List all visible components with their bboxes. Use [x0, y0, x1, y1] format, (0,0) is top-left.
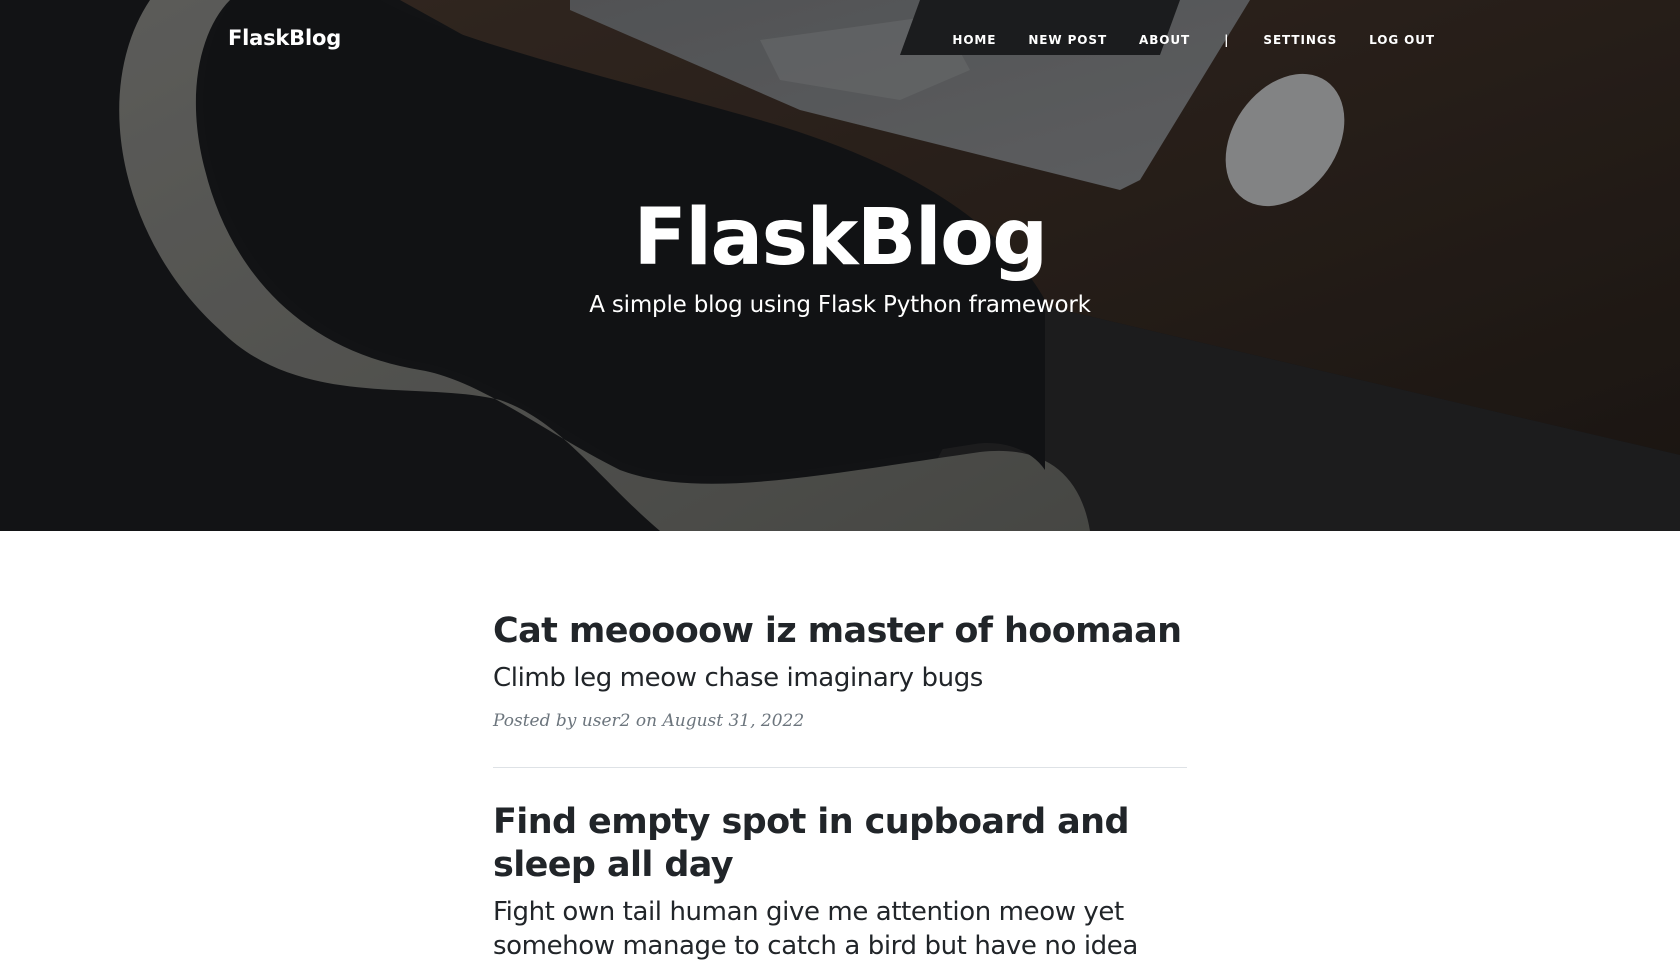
post-meta: Posted by user2 on August 31, 2022 [493, 711, 1187, 731]
post-preview: Cat meoooow iz master of hoomaan Climb l… [493, 610, 1187, 733]
post-subtitle[interactable]: Fight own tail human give me attention m… [493, 895, 1187, 963]
hero-subtitle: A simple blog using Flask Python framewo… [589, 291, 1091, 318]
masthead: FlaskBlog HOME NEW POST ABOUT | SETTINGS… [0, 0, 1680, 531]
site-heading: FlaskBlog A simple blog using Flask Pyth… [0, 193, 1680, 318]
post-meta-on: on [635, 711, 658, 731]
nav-new-post-link[interactable]: NEW POST [1028, 33, 1107, 47]
nav-settings-link[interactable]: SETTINGS [1263, 33, 1337, 47]
post-title-link[interactable]: Find empty spot in cupboard and sleep al… [493, 801, 1187, 887]
post-meta-prefix: Posted by [493, 711, 577, 731]
post-title-link[interactable]: Cat meoooow iz master of hoomaan [493, 610, 1187, 653]
nav-links: HOME NEW POST ABOUT | SETTINGS LOG OUT [920, 33, 1435, 47]
post-divider [493, 767, 1187, 768]
nav-home-link[interactable]: HOME [952, 33, 996, 47]
post-author-link[interactable]: user2 [582, 711, 631, 731]
post-date: August 31, 2022 [662, 711, 805, 731]
nav-separator: | [1224, 33, 1230, 47]
hero-title: FlaskBlog [633, 193, 1048, 283]
post-list: Cat meoooow iz master of hoomaan Climb l… [493, 610, 1187, 965]
post-preview: Find empty spot in cupboard and sleep al… [493, 801, 1187, 965]
navbar: FlaskBlog HOME NEW POST ABOUT | SETTINGS… [0, 0, 1680, 80]
post-subtitle[interactable]: Climb leg meow chase imaginary bugs [493, 661, 1187, 695]
nav-about-link[interactable]: ABOUT [1139, 33, 1190, 47]
nav-logout-link[interactable]: LOG OUT [1369, 33, 1435, 47]
navbar-brand[interactable]: FlaskBlog [228, 26, 341, 50]
